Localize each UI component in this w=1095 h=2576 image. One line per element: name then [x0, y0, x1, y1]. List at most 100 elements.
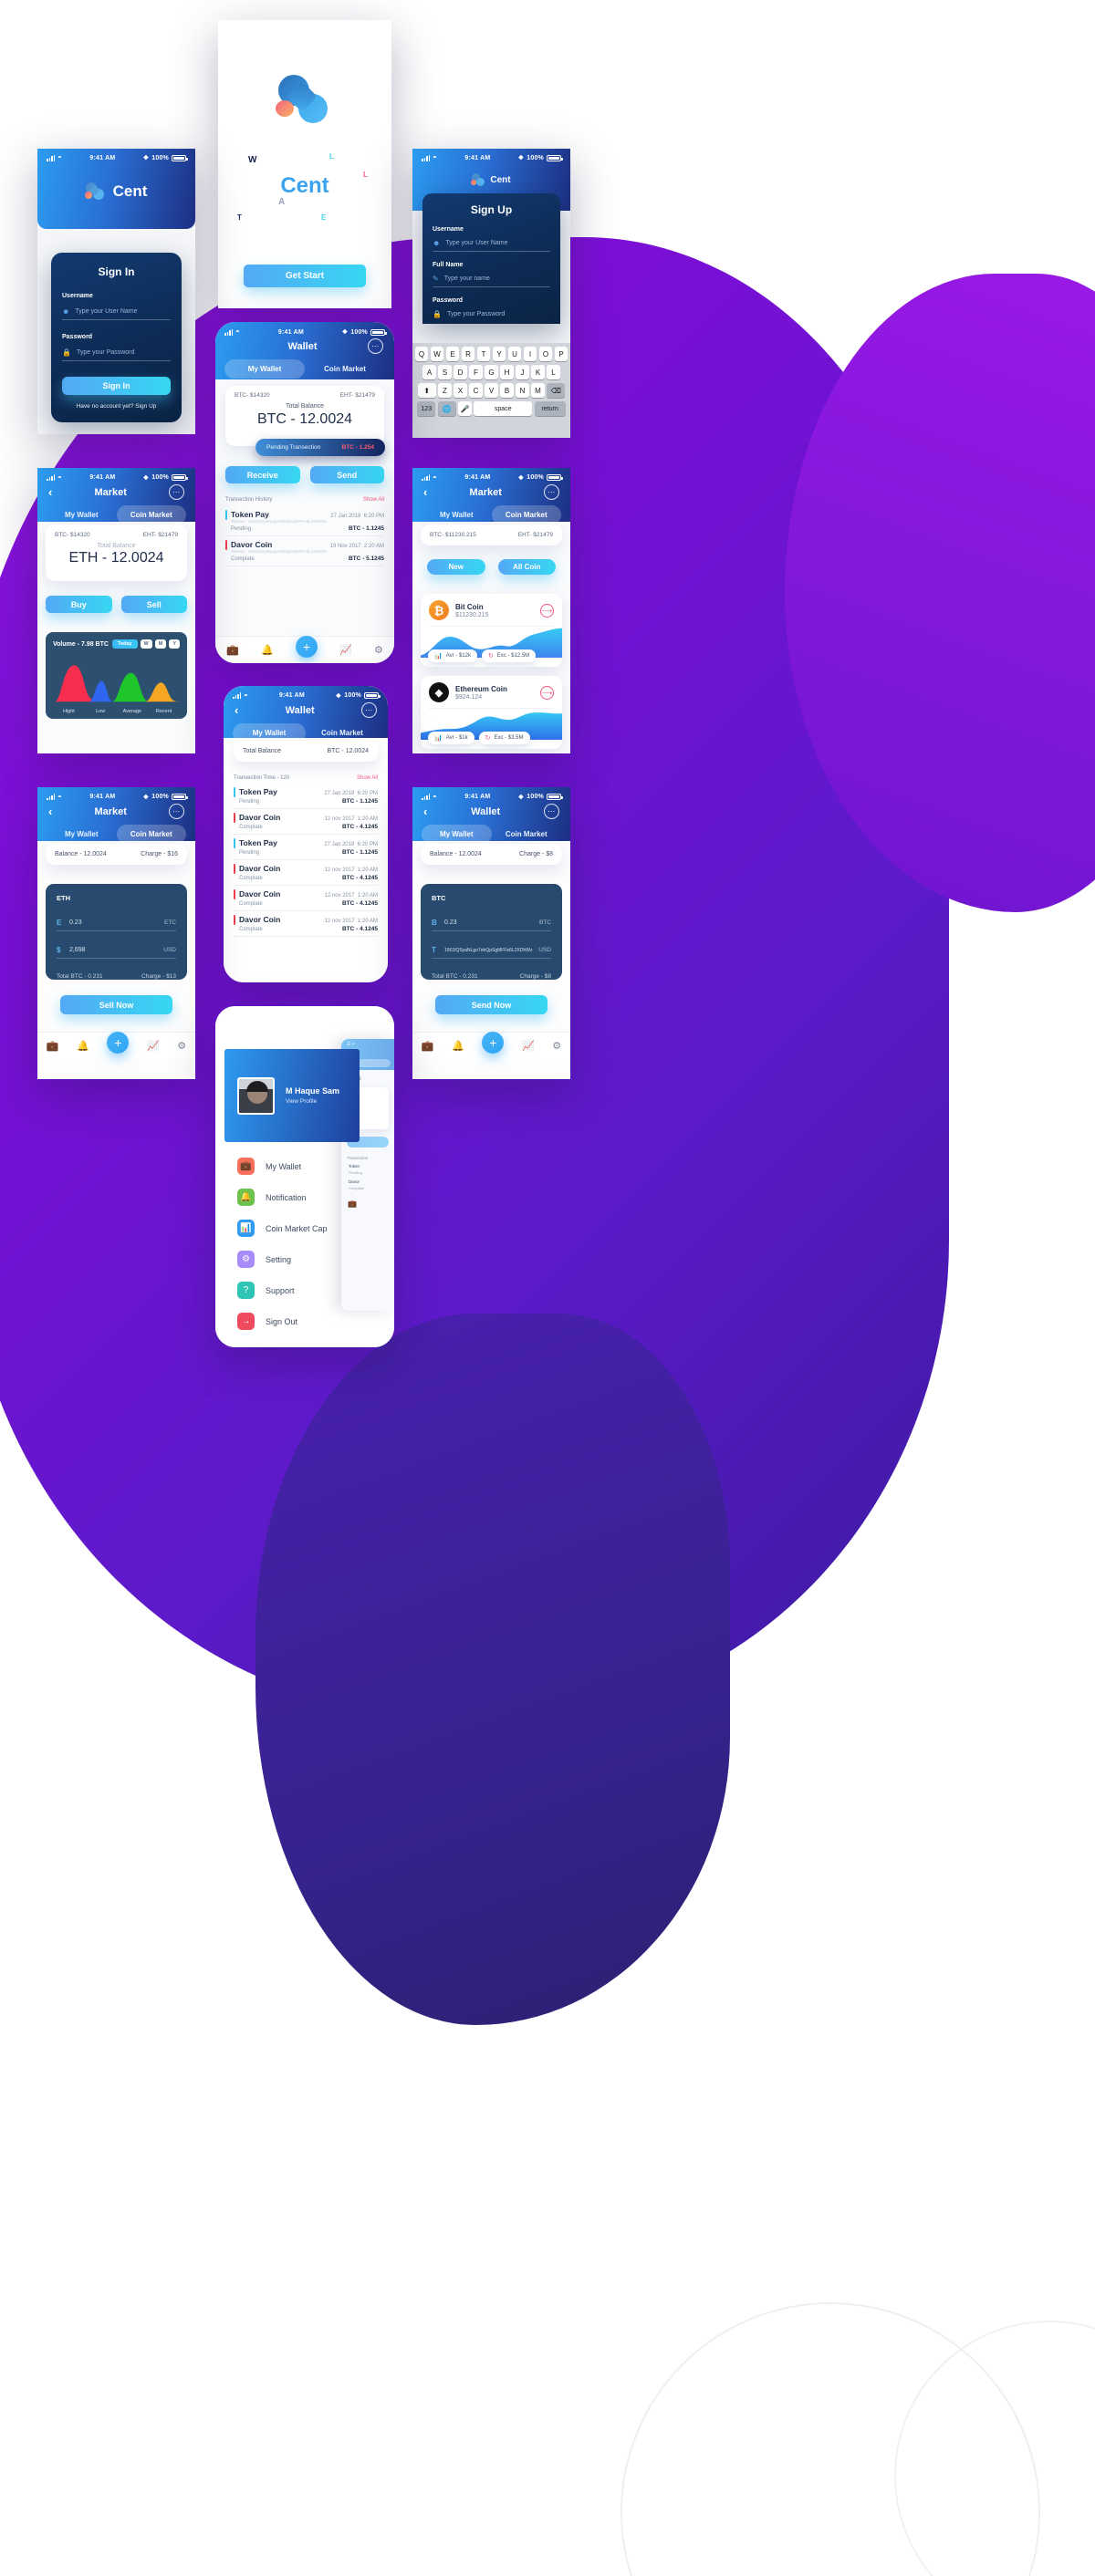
key-V[interactable]: V [485, 383, 498, 398]
gear-icon[interactable]: ⚙ [374, 644, 383, 656]
more-options-icon[interactable]: ⋯ [544, 804, 559, 819]
key-K[interactable]: K [531, 365, 545, 379]
username-input[interactable]: ☻ Type your User Name [433, 239, 550, 252]
numbers-key[interactable]: 123 [417, 401, 436, 416]
range-year[interactable]: Y [169, 639, 180, 649]
send-now-button[interactable]: Send Now [435, 995, 548, 1014]
password-input[interactable]: 🔒 Type your Password [433, 310, 550, 322]
send-button[interactable]: Send [309, 466, 384, 483]
fiat-row[interactable]: $ 2,698 USD [57, 946, 176, 959]
key-N[interactable]: N [516, 383, 529, 398]
buy-button[interactable]: Buy [46, 596, 112, 613]
table-row[interactable]: Davor Coin 12 nov 2017 1:20 AM Complate BTC… [234, 809, 378, 835]
table-row[interactable]: Token Pay 27 Jan 2018 6:20 PM Pending BTC -… [234, 784, 378, 809]
sell-now-button[interactable]: Sell Now [60, 995, 172, 1014]
key-B[interactable]: B [500, 383, 514, 398]
key-H[interactable]: H [500, 365, 514, 379]
signin-submit-button[interactable]: Sign In [62, 377, 171, 395]
tab-my-wallet[interactable]: My Wallet [47, 505, 117, 525]
get-start-button[interactable]: Get Start [244, 265, 366, 287]
more-options-icon[interactable]: ⋯ [361, 702, 377, 718]
return-key[interactable]: return [534, 401, 566, 416]
virtual-keyboard[interactable]: Q W E R T Y U I O P A S D F G H J K L ⬆ … [412, 343, 570, 438]
key-S[interactable]: S [438, 365, 452, 379]
add-icon[interactable]: + [295, 635, 318, 658]
filter-new-button[interactable]: New [427, 559, 485, 575]
username-input[interactable]: ☻ Type your User Name [62, 307, 171, 320]
tab-my-wallet[interactable]: My Wallet [422, 825, 492, 844]
menu-item-notification[interactable]: 🔔 Notification [237, 1189, 365, 1206]
filter-all-coin-button[interactable]: All Coin [497, 559, 556, 575]
table-row[interactable]: Davor Coin 12 nov 2017 1:20 AM Complate BTC… [234, 860, 378, 886]
gear-icon[interactable]: ⚙ [552, 1040, 561, 1052]
bell-icon[interactable]: 🔔 [452, 1040, 464, 1052]
tab-coin-market[interactable]: Coin Market [305, 359, 385, 379]
table-row[interactable]: Davor Coin 19 Nov 2017 2:20 AM TaxHas : … [225, 536, 384, 566]
key-X[interactable]: X [454, 383, 467, 398]
key-I[interactable]: I [523, 347, 537, 361]
menu-item-my-wallet[interactable]: 💼 My Wallet [237, 1158, 365, 1175]
menu-item-sign-out[interactable]: → Sign Out [237, 1313, 365, 1330]
key-Q[interactable]: Q [414, 347, 429, 361]
key-A[interactable]: A [422, 365, 436, 379]
add-icon[interactable]: + [107, 1031, 130, 1054]
add-icon[interactable]: + [482, 1031, 505, 1054]
tab-my-wallet[interactable]: My Wallet [47, 825, 117, 844]
chart-icon[interactable]: 📈 [339, 644, 352, 656]
back-icon[interactable]: ‹ [423, 486, 427, 498]
tab-my-wallet[interactable]: My Wallet [422, 505, 492, 525]
tab-coin-market[interactable]: Coin Market [116, 505, 186, 525]
tab-coin-market[interactable]: Coin Market [492, 825, 562, 844]
key-P[interactable]: P [554, 347, 568, 361]
range-week[interactable]: W [140, 639, 152, 649]
menu-item-support[interactable]: ? Support [237, 1282, 365, 1299]
tab-coin-market[interactable]: Coin Market [116, 825, 186, 844]
key-M[interactable]: M [531, 383, 545, 398]
table-row[interactable]: Token Pay 27 Jan 2018 6:20 PM Pending BTC -… [234, 835, 378, 860]
key-Y[interactable]: Y [492, 347, 506, 361]
arrow-right-icon[interactable]: ⟶ [540, 685, 554, 700]
more-options-icon[interactable]: ⋯ [544, 484, 559, 500]
back-icon[interactable]: ‹ [235, 704, 238, 716]
back-icon[interactable]: ‹ [48, 486, 52, 498]
wallet-icon[interactable]: 💼 [47, 1040, 59, 1052]
backspace-icon[interactable]: ⌫ [547, 383, 566, 398]
tab-my-wallet[interactable]: My Wallet [224, 359, 305, 379]
drawer-profile-header[interactable]: M Haque Sam View Profile [224, 1049, 360, 1142]
gear-icon[interactable]: ⚙ [177, 1040, 186, 1052]
receive-button[interactable]: Receive [225, 466, 300, 483]
back-icon[interactable]: ‹ [48, 805, 52, 817]
pending-transaction-banner[interactable]: Pending Transection BTC - 1.254 [256, 439, 385, 456]
list-item[interactable]: ₿ Bit Coin $11230.215 ⟶ 📊 Avr - $12k ↻ Exc… [421, 594, 562, 667]
space-key[interactable]: space [474, 401, 533, 416]
shift-icon[interactable]: ⬆ [417, 383, 436, 398]
key-F[interactable]: F [469, 365, 483, 379]
wallet-icon[interactable]: 💼 [422, 1040, 434, 1052]
table-row[interactable]: Davor Coin 12 nov 2017 1:20 AM Complate BTC… [234, 911, 378, 937]
back-icon[interactable]: ‹ [423, 805, 427, 817]
more-options-icon[interactable]: ⋯ [368, 338, 383, 354]
table-row[interactable]: Token Pay 27 Jan 2018 6:20 PM TaxHas : 1… [225, 506, 384, 536]
show-all-link[interactable]: Show All [363, 497, 384, 503]
address-row[interactable]: T 1561fQSyaNLgo7ebQpSgMFFe6L2XDhWz USD [432, 946, 551, 959]
more-options-icon[interactable]: ⋯ [169, 804, 184, 819]
key-T[interactable]: T [476, 347, 491, 361]
signup-link[interactable]: Have no account yet? Sign Up [62, 403, 171, 410]
amount-row[interactable]: B 0.23 BTC [432, 919, 551, 931]
bell-icon[interactable]: 🔔 [77, 1040, 89, 1052]
view-profile-link[interactable]: View Profile [286, 1098, 339, 1105]
tab-my-wallet[interactable]: My Wallet [233, 723, 306, 743]
sell-button[interactable]: Sell [120, 596, 187, 613]
mic-icon[interactable]: 🎤 [458, 401, 472, 416]
key-L[interactable]: L [547, 365, 560, 379]
key-U[interactable]: U [507, 347, 522, 361]
show-all-link[interactable]: Show All [357, 775, 378, 781]
menu-item-coin-market-cap[interactable]: 📊 Coin Market Cap [237, 1220, 365, 1237]
wallet-icon[interactable]: 💼 [226, 644, 239, 656]
chart-icon[interactable]: 📈 [522, 1040, 535, 1052]
key-J[interactable]: J [516, 365, 529, 379]
tab-coin-market[interactable]: Coin Market [306, 723, 379, 743]
arrow-right-icon[interactable]: ⟶ [540, 603, 554, 618]
range-month[interactable]: M [154, 639, 167, 649]
menu-item-setting[interactable]: ⚙ Setting [237, 1251, 365, 1268]
